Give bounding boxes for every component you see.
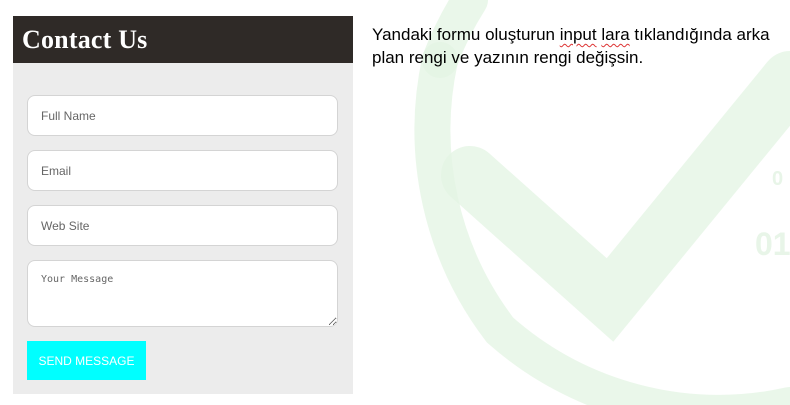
send-message-button[interactable]: SEND MESSAGE	[27, 341, 146, 380]
full-name-input[interactable]	[27, 95, 338, 136]
form-title: Contact Us	[22, 24, 148, 54]
instructions-word-input: input	[559, 25, 597, 44]
svg-text:0: 0	[772, 168, 783, 190]
instructions-word-lara: lara	[601, 25, 630, 44]
form-header: Contact Us	[13, 16, 353, 63]
website-input[interactable]	[27, 205, 338, 246]
svg-text:01: 01	[755, 226, 790, 262]
message-textarea[interactable]	[27, 260, 338, 327]
instructions-text: Yandaki formu oluşturun input lara tıkla…	[372, 23, 787, 69]
contact-form-panel: Contact Us SEND MESSAGE	[13, 16, 353, 394]
email-input[interactable]	[27, 150, 338, 191]
instructions-part1: Yandaki formu oluşturun	[372, 25, 560, 44]
